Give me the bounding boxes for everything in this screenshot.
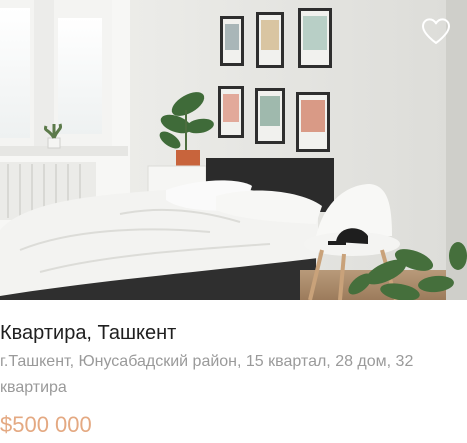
bedroom-illustration (0, 0, 467, 300)
listing-address: г.Ташкент, Юнусабадский район, 15 кварта… (0, 353, 414, 396)
listing-card[interactable]: Квартира, Ташкент г.Ташкент, Юнусабадски… (0, 0, 467, 443)
listing-photo[interactable] (0, 0, 467, 300)
heart-outline-icon (422, 18, 450, 44)
listing-price: $500 000 (0, 412, 92, 437)
favorite-button[interactable] (420, 16, 452, 46)
listing-title[interactable]: Квартира, Ташкент (0, 318, 467, 348)
